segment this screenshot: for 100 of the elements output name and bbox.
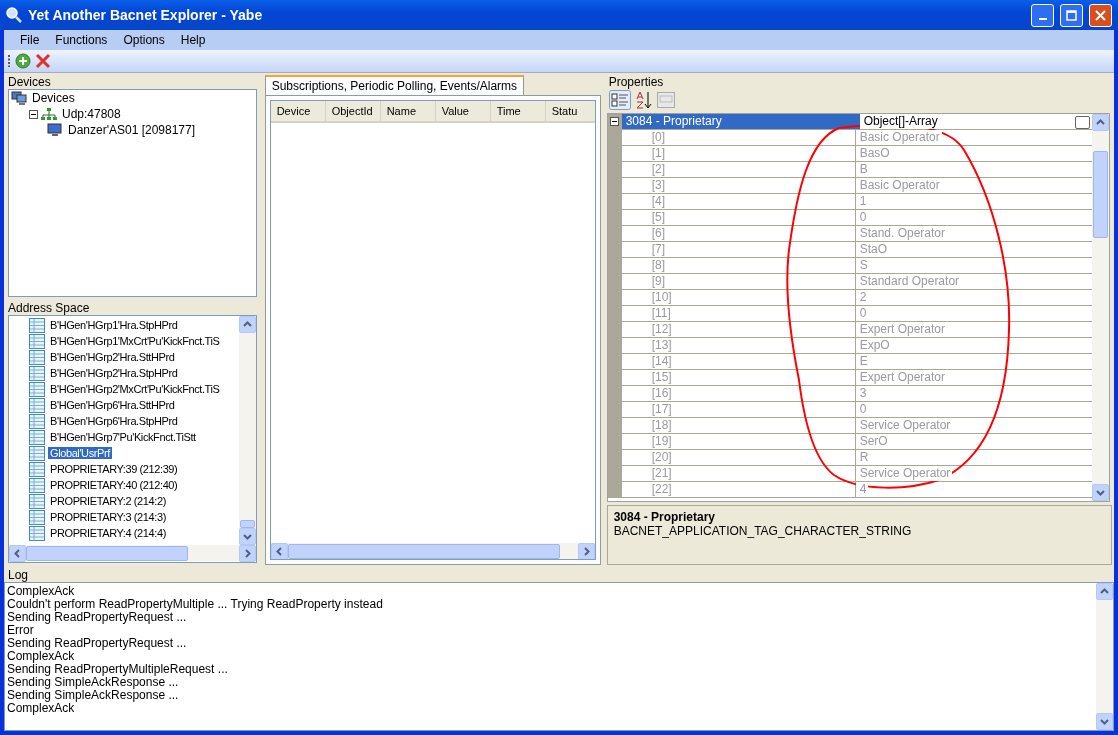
- maximize-button[interactable]: [1060, 3, 1083, 27]
- property-name: [14]: [621, 354, 856, 369]
- panel-title: Log: [7, 568, 30, 582]
- property-name: [22]: [621, 482, 856, 497]
- scroll-right-button[interactable]: [238, 544, 256, 562]
- column-header[interactable]: ObjectId: [325, 101, 381, 121]
- panel-title: Devices: [7, 75, 52, 89]
- log-line: Sending SimpleAckResponse ...: [7, 689, 180, 702]
- category-row[interactable]: 3084 - Proprietary: [621, 114, 860, 129]
- scroll-down-button[interactable]: [1096, 713, 1113, 730]
- scroll-up-button[interactable]: [1092, 114, 1109, 131]
- sort-alphabetical-icon[interactable]: [634, 91, 653, 109]
- property-name: [21]: [621, 466, 856, 481]
- minimize-button[interactable]: [1031, 3, 1054, 27]
- log-line: ComplexAck: [7, 702, 75, 715]
- list-item[interactable]: Global'UsrPrf: [48, 447, 112, 459]
- property-name: [1]: [621, 146, 856, 161]
- list-item[interactable]: PROPRIETARY:4 (214:4): [48, 527, 168, 539]
- tree-item[interactable]: Danzer'AS01 [2098177]: [66, 123, 198, 137]
- table-icon: [29, 493, 45, 509]
- list-item[interactable]: B'HGen'HGrp2'Hra.StpHPrd: [48, 367, 180, 379]
- property-name: [15]: [621, 370, 856, 385]
- scroll-left-button[interactable]: [9, 544, 26, 562]
- column-header[interactable]: Statu: [545, 101, 595, 121]
- list-item[interactable]: PROPRIETARY:3 (214:3): [48, 511, 168, 523]
- menu-item[interactable]: Options: [115, 33, 173, 47]
- table-icon: [29, 333, 45, 349]
- chevron-down-icon: [1096, 488, 1105, 497]
- menu-item[interactable]: File: [12, 33, 48, 47]
- tab[interactable]: Subscriptions, Periodic Polling, Events/Alarms: [264, 75, 525, 95]
- table-icon: [29, 445, 45, 461]
- search-icon: [6, 7, 22, 23]
- list-item[interactable]: PROPRIETARY:40 (212:40): [48, 479, 180, 491]
- property-name: [9]: [621, 274, 856, 289]
- chevron-left-icon: [13, 548, 22, 558]
- scroll-left-button[interactable]: [270, 542, 288, 559]
- table-icon: [29, 477, 45, 493]
- add-icon[interactable]: [15, 53, 31, 69]
- column-header[interactable]: Device: [270, 101, 326, 121]
- column-header[interactable]: Name: [380, 101, 436, 121]
- tree-item[interactable]: Udp:47808: [60, 107, 123, 121]
- property-name: [5]: [621, 210, 856, 225]
- categorized-icon[interactable]: [608, 90, 631, 110]
- scroll-down-button[interactable]: [238, 528, 256, 545]
- close-icon: [1095, 9, 1106, 21]
- menu-item[interactable]: Help: [172, 33, 214, 47]
- property-name: [13]: [621, 338, 856, 353]
- ellipsis-button[interactable]: [1075, 115, 1090, 129]
- list-item[interactable]: B'HGen'HGrp6'Hra.StpHPrd: [48, 415, 180, 427]
- list-item[interactable]: B'HGen'HGrp1'MxCrt'Pu'KickFnct.TiS: [48, 335, 222, 347]
- log-line: Sending ReadPropertyRequest ...: [7, 611, 187, 624]
- tree-item[interactable]: Devices: [30, 91, 77, 105]
- collapse-icon[interactable]: [29, 109, 38, 119]
- panel-title: Properties: [607, 75, 665, 89]
- chevron-right-icon: [581, 546, 591, 556]
- list-item[interactable]: B'HGen'HGrp2'MxCrt'Pu'KickFnct.TiS: [48, 383, 222, 395]
- list-item[interactable]: B'HGen'HGrp7'Pu'KickFnct.TiStt: [48, 431, 198, 443]
- scroll-right-button[interactable]: [577, 542, 595, 559]
- property-name: [19]: [621, 434, 856, 449]
- table-icon: [29, 525, 45, 541]
- list-item[interactable]: PROPRIETARY:2 (214:2): [48, 495, 168, 507]
- scrollbar-thumb[interactable]: [287, 543, 560, 559]
- maximize-icon: [1066, 9, 1077, 21]
- column-header[interactable]: Value: [435, 101, 491, 121]
- chevron-down-icon: [1100, 717, 1109, 726]
- property-name: [8]: [621, 258, 856, 273]
- chevron-up-icon: [1096, 118, 1105, 127]
- property-name: [7]: [621, 242, 856, 257]
- scroll-up-button[interactable]: [238, 316, 256, 333]
- log-line: Sending SimpleAckResponse ...: [7, 676, 179, 689]
- property-name: [20]: [621, 450, 856, 465]
- log-line: Error: [7, 624, 34, 637]
- scrollbar-thumb[interactable]: [1093, 151, 1108, 238]
- scrollbar-thumb[interactable]: [239, 520, 255, 528]
- delete-icon[interactable]: [35, 53, 51, 69]
- list-item[interactable]: B'HGen'HGrp2'Hra.SttHPrd: [48, 351, 177, 363]
- property-value[interactable]: Object[]-Array: [859, 114, 940, 129]
- table-icon: [29, 317, 45, 333]
- scroll-up-button[interactable]: [1096, 583, 1113, 600]
- scrollbar-thumb[interactable]: [26, 545, 188, 561]
- window-title: Yet Another Bacnet Explorer - Yabe: [28, 7, 264, 23]
- description-text: BACNET_APPLICATION_TAG_CHARACTER_STRING: [613, 524, 913, 538]
- table-icon: [29, 429, 45, 445]
- description-title: 3084 - Proprietary: [613, 510, 717, 524]
- list-item[interactable]: B'HGen'HGrp6'Hra.SttHPrd: [48, 399, 177, 411]
- scroll-down-button[interactable]: [1092, 484, 1109, 501]
- list-item[interactable]: B'HGen'HGrp1'Hra.StpHPrd: [48, 319, 180, 331]
- property-name: [18]: [621, 418, 856, 433]
- property-name: [11]: [621, 306, 856, 321]
- log-line: Couldn't perform ReadPropertyMultiple ... Trying ReadProperty instead: [7, 598, 384, 611]
- log-line: Sending ReadPropertyMultipleRequest ...: [7, 663, 229, 676]
- property-name: [0]: [621, 130, 856, 145]
- list-item[interactable]: PROPRIETARY:39 (212:39): [48, 463, 180, 475]
- close-button[interactable]: [1089, 3, 1112, 27]
- property-name: [6]: [621, 226, 856, 241]
- grip-icon: [8, 54, 11, 68]
- menu-item[interactable]: Functions: [47, 33, 116, 47]
- log-line: ComplexAck: [7, 650, 75, 663]
- column-header[interactable]: Time: [490, 101, 546, 121]
- log-line: ComplexAck: [7, 585, 76, 598]
